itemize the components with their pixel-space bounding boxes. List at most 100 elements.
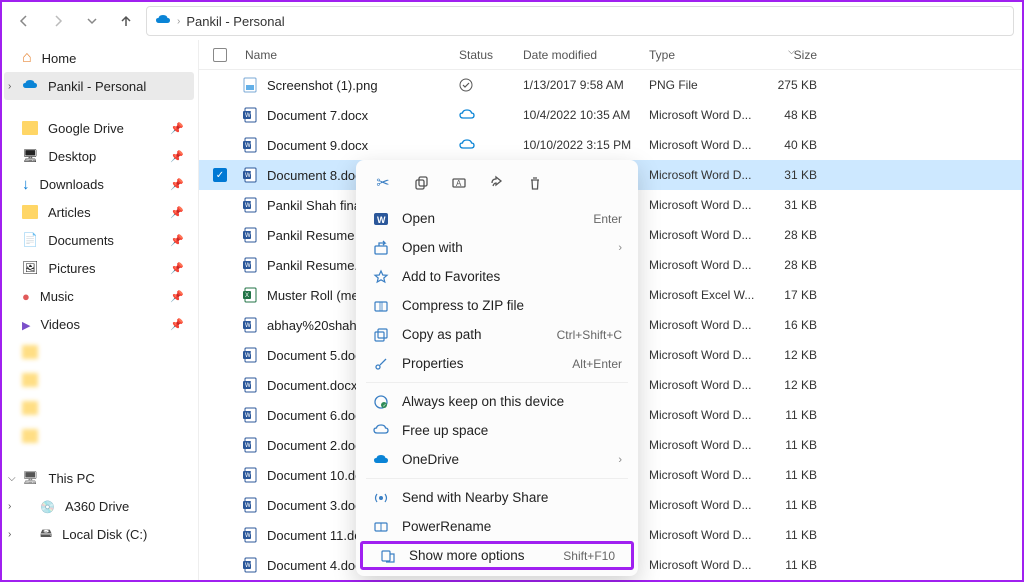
copy-icon[interactable] xyxy=(410,172,432,194)
svg-text:W: W xyxy=(245,173,251,179)
sidebar-item[interactable]: ›Local Disk (C:) xyxy=(4,520,194,548)
sidebar-item[interactable] xyxy=(4,394,194,422)
svg-text:X: X xyxy=(245,293,249,299)
file-type: Microsoft Word D... xyxy=(649,468,761,482)
sidebar-item[interactable]: ⌵ This PC xyxy=(4,464,194,492)
cloud-icon xyxy=(22,79,38,94)
file-name: Document 6.docx xyxy=(267,408,368,423)
pin-icon: 📌 xyxy=(170,234,184,247)
cut-icon[interactable]: ✂ xyxy=(372,172,394,194)
context-menu-item[interactable]: Copy as path Ctrl+Shift+C xyxy=(356,320,638,349)
context-menu-item[interactable]: Compress to ZIP file xyxy=(356,291,638,320)
chevron-icon[interactable]: › xyxy=(8,529,11,540)
context-menu-item[interactable]: Open with› xyxy=(356,233,638,262)
documents-icon xyxy=(22,232,38,248)
menu-item-label: Show more options xyxy=(409,548,551,563)
context-menu-item[interactable]: Show more optionsShift+F10 xyxy=(360,541,634,570)
menu-item-label: Copy as path xyxy=(402,327,545,342)
sidebar-item[interactable]: Home xyxy=(4,44,194,72)
sidebar-item[interactable]: ›A360 Drive xyxy=(4,492,194,520)
sidebar-item[interactable]: Videos📌 xyxy=(4,310,194,338)
svg-text:W: W xyxy=(245,563,251,569)
nav-back-button[interactable] xyxy=(10,7,38,35)
breadcrumb-sep-icon: › xyxy=(177,16,180,27)
word-file-icon: W xyxy=(241,106,259,124)
svg-text:W: W xyxy=(245,353,251,359)
word-file-icon: W xyxy=(241,316,259,334)
column-header-size[interactable]: ⌵Size xyxy=(761,48,827,62)
share-icon[interactable] xyxy=(486,172,508,194)
word-file-icon: W xyxy=(241,376,259,394)
menu-item-shortcut: Ctrl+Shift+C xyxy=(557,328,622,342)
context-menu-item[interactable]: Free up space xyxy=(356,416,638,445)
context-menu-item[interactable]: WOpenEnter xyxy=(356,204,638,233)
sidebar-item-label: This PC xyxy=(49,471,95,486)
nav-recent-button[interactable] xyxy=(78,7,106,35)
breadcrumb-item[interactable]: Pankil - Personal xyxy=(186,14,284,29)
sidebar-item-label: Pankil - Personal xyxy=(48,79,146,94)
column-header-date[interactable]: Date modified xyxy=(523,48,649,62)
file-size: 48 KB xyxy=(761,108,827,122)
svg-text:W: W xyxy=(245,113,251,119)
context-menu: ✂ A WOpenEnterOpen with›Add to Favorites… xyxy=(356,160,638,576)
context-menu-item[interactable]: Send with Nearby Share xyxy=(356,483,638,512)
file-type: Microsoft Word D... xyxy=(649,558,761,572)
file-size: 11 KB xyxy=(761,438,827,452)
context-menu-item[interactable]: OneDrive› xyxy=(356,445,638,474)
column-header-type[interactable]: Type xyxy=(649,48,761,62)
sidebar-item[interactable]: › Pankil - Personal xyxy=(4,72,194,100)
file-row[interactable]: Screenshot (1).png1/13/2017 9:58 AMPNG F… xyxy=(199,70,1022,100)
pin-icon: 📌 xyxy=(170,318,184,331)
file-date: 10/10/2022 3:15 PM xyxy=(523,138,649,152)
pin-icon: 📌 xyxy=(170,206,184,219)
chevron-icon[interactable]: ⌵ xyxy=(8,473,16,484)
sidebar-item[interactable]: Desktop📌 xyxy=(4,142,194,170)
sidebar-item[interactable]: Google Drive📌 xyxy=(4,114,194,142)
breadcrumb[interactable]: › Pankil - Personal xyxy=(146,6,1014,36)
sidebar[interactable]: Home › Pankil - Personal Google Drive📌Deskt… xyxy=(2,40,198,580)
file-name: Document 8.docx xyxy=(267,168,368,183)
file-row[interactable]: WDocument 7.docx10/4/2022 10:35 AMMicros… xyxy=(199,100,1022,130)
sidebar-item[interactable]: Music📌 xyxy=(4,282,194,310)
file-type: Microsoft Word D... xyxy=(649,108,761,122)
image-file-icon xyxy=(241,76,259,94)
context-menu-item[interactable]: Add to Favorites xyxy=(356,262,638,291)
delete-icon[interactable] xyxy=(524,172,546,194)
sidebar-item[interactable] xyxy=(4,338,194,366)
file-size: 11 KB xyxy=(761,528,827,542)
chevron-icon[interactable]: › xyxy=(8,501,11,512)
column-header-name[interactable]: Name xyxy=(241,48,459,62)
pin-icon: 📌 xyxy=(170,290,184,303)
nav-up-button[interactable] xyxy=(112,7,140,35)
word-file-icon: W xyxy=(241,406,259,424)
sidebar-item[interactable] xyxy=(4,422,194,450)
chevron-icon[interactable]: › xyxy=(8,81,11,92)
select-all-checkbox[interactable] xyxy=(199,48,241,62)
folder-icon xyxy=(22,345,38,359)
menu-item-label: Send with Nearby Share xyxy=(402,490,622,505)
menu-item-icon xyxy=(372,490,390,506)
file-size: 40 KB xyxy=(761,138,827,152)
sidebar-item[interactable]: Documents📌 xyxy=(4,226,194,254)
file-type: Microsoft Word D... xyxy=(649,138,761,152)
menu-item-shortcut: Alt+Enter xyxy=(572,357,622,371)
svg-text:W: W xyxy=(245,233,251,239)
sidebar-item[interactable]: Downloads📌 xyxy=(4,170,194,198)
rename-icon[interactable]: A xyxy=(448,172,470,194)
svg-text:W: W xyxy=(377,215,386,225)
column-header-status[interactable]: Status xyxy=(459,48,523,62)
file-row[interactable]: WDocument 9.docx10/10/2022 3:15 PMMicros… xyxy=(199,130,1022,160)
context-menu-item[interactable]: ✓Always keep on this device xyxy=(356,387,638,416)
sidebar-item[interactable]: Pictures📌 xyxy=(4,254,194,282)
nav-forward-button[interactable] xyxy=(44,7,72,35)
file-name: Document 3.docx xyxy=(267,498,368,513)
sidebar-item[interactable]: Articles📌 xyxy=(4,198,194,226)
file-type: Microsoft Word D... xyxy=(649,258,761,272)
menu-item-label: Open with xyxy=(402,240,606,255)
pin-icon: 📌 xyxy=(170,150,184,163)
desktop-icon xyxy=(22,148,39,164)
context-menu-item[interactable]: PowerRename xyxy=(356,512,638,541)
sidebar-item[interactable] xyxy=(4,366,194,394)
row-checkbox[interactable]: ✓ xyxy=(213,168,227,182)
context-menu-item[interactable]: PropertiesAlt+Enter xyxy=(356,349,638,378)
